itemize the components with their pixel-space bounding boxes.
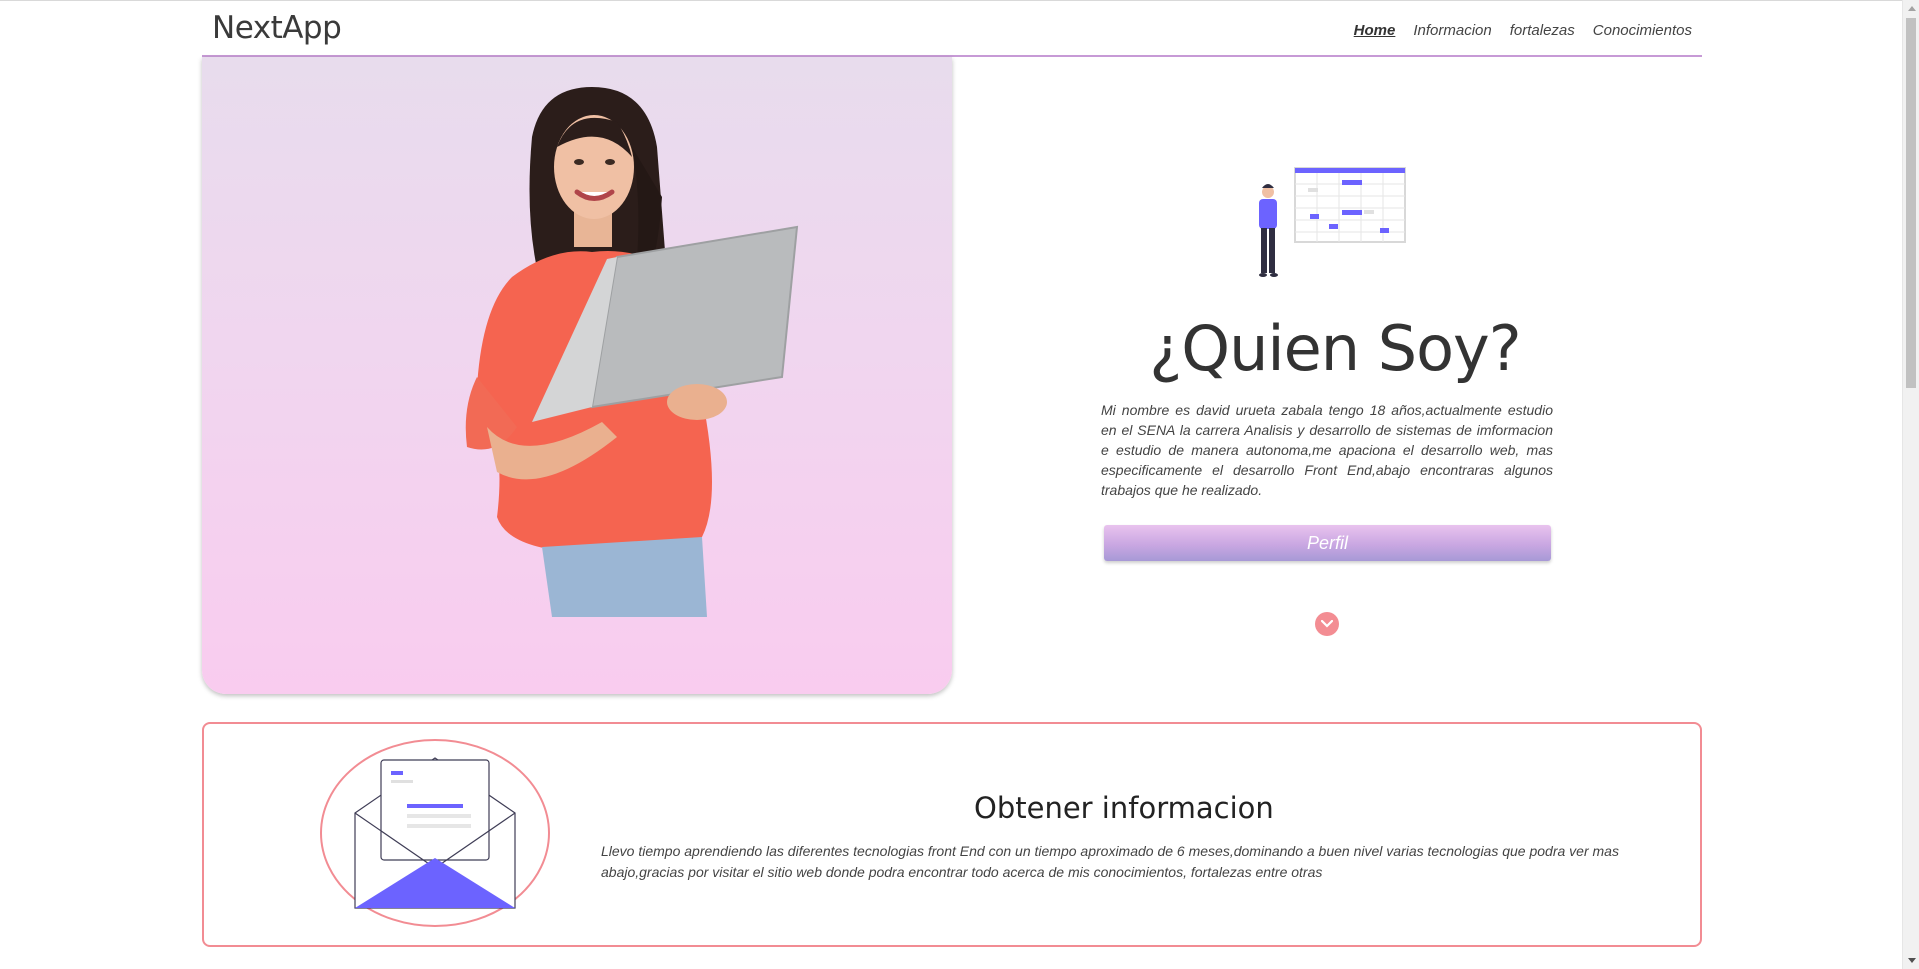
site-header: NextApp Home Informacion fortalezas Cono… bbox=[202, 0, 1702, 57]
nav-link-conocimientos[interactable]: Conocimientos bbox=[1593, 22, 1692, 39]
woman-with-laptop-photo bbox=[465, 87, 799, 617]
envelope-illustration bbox=[320, 739, 550, 927]
vertical-scrollbar[interactable] bbox=[1902, 0, 1919, 969]
nav-link-fortalezas[interactable]: fortalezas bbox=[1510, 22, 1575, 39]
nav-link-home[interactable]: Home bbox=[1354, 22, 1396, 39]
info-card: Obtener informacion Llevo tiempo aprendi… bbox=[202, 722, 1702, 947]
perfil-button[interactable]: Perfil bbox=[1104, 525, 1551, 561]
scroll-down-arrow-icon[interactable] bbox=[1903, 952, 1919, 969]
bio-paragraph: Mi nombre es david urueta zabala tengo 1… bbox=[1101, 402, 1553, 498]
chevron-down-icon[interactable] bbox=[1315, 612, 1339, 636]
person-schedule-illustration bbox=[1259, 167, 1406, 277]
page-title: ¿Quien Soy? bbox=[1149, 312, 1521, 385]
nav-link-informacion[interactable]: Informacion bbox=[1413, 22, 1491, 39]
scroll-up-arrow-icon[interactable] bbox=[1903, 0, 1919, 17]
hero-photo-card bbox=[202, 57, 952, 694]
info-title: Obtener informacion bbox=[974, 791, 1274, 825]
scrollbar-thumb[interactable] bbox=[1906, 18, 1916, 388]
main-nav: Home Informacion fortalezas Conocimiento… bbox=[1354, 22, 1692, 39]
brand-logo[interactable]: NextApp bbox=[212, 10, 342, 46]
info-paragraph: Llevo tiempo aprendiendo las diferentes … bbox=[601, 843, 1619, 880]
